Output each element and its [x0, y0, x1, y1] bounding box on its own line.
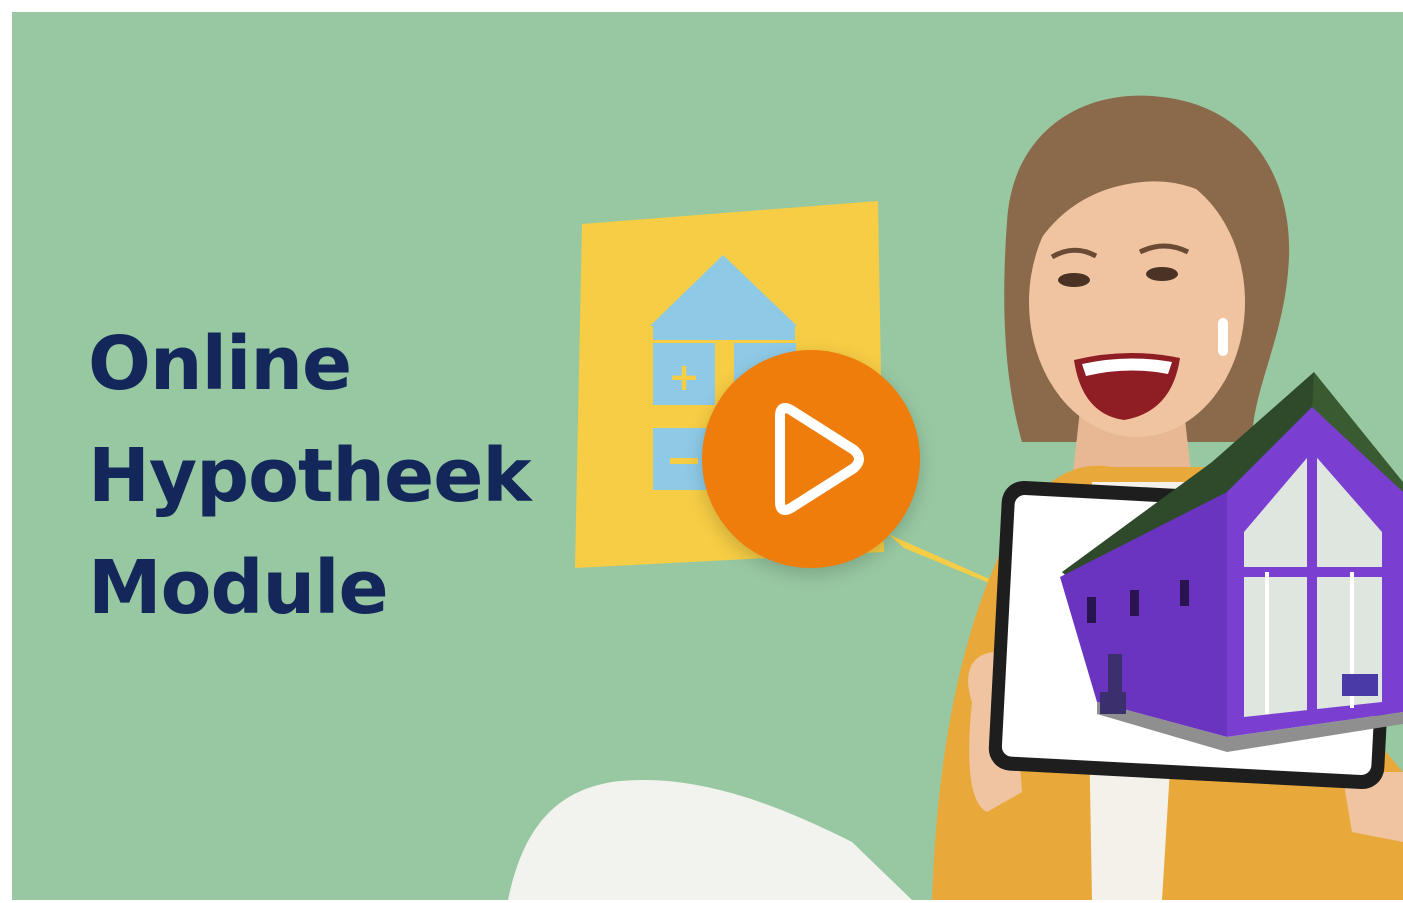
play-icon — [775, 403, 864, 515]
play-button[interactable] — [702, 350, 920, 568]
svg-text:+: + — [668, 355, 700, 399]
video-thumbnail[interactable]: Online Hypotheek Module + — [12, 12, 1403, 900]
